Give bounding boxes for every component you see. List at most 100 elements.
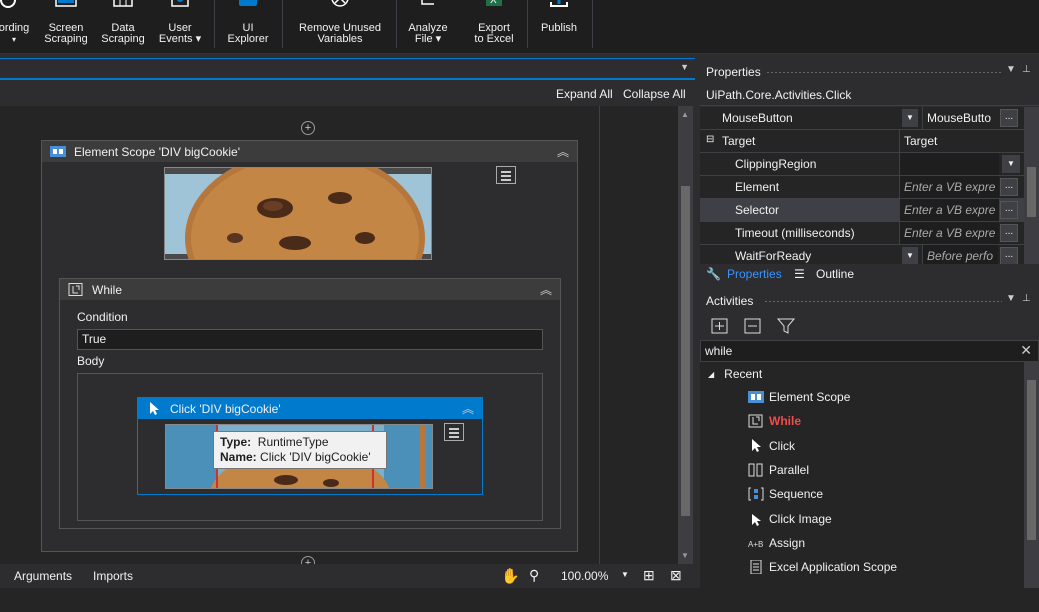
- filter-icon[interactable]: [777, 318, 795, 334]
- overview-map-icon[interactable]: ⊠: [670, 567, 682, 584]
- activity-menu-icon[interactable]: [444, 423, 464, 441]
- element-scope-icon: [50, 146, 66, 157]
- fit-to-screen-icon[interactable]: ⊞: [643, 567, 655, 584]
- recent-group-label: Recent: [724, 367, 763, 381]
- svg-text:A+B: A+B: [748, 540, 763, 549]
- zoom-dropdown-icon[interactable]: ▼: [621, 570, 629, 579]
- collapse-chevron-icon[interactable]: ︽: [462, 400, 474, 417]
- scroll-up-icon[interactable]: ▲: [681, 110, 689, 119]
- activities-search-input[interactable]: while ✕: [700, 340, 1039, 362]
- status-bar: [0, 588, 1039, 612]
- property-row-mousebutton[interactable]: MouseButton ▼ MouseButto ...: [700, 107, 1024, 130]
- pane-options-dropdown-icon[interactable]: ▼: [1006, 293, 1016, 304]
- scrollbar-thumb[interactable]: [1027, 380, 1036, 540]
- tooltip-type-label: Type:: [220, 435, 252, 449]
- property-value[interactable]: Enter a VB expre: [899, 199, 999, 221]
- ellipsis-button[interactable]: ...: [1000, 109, 1018, 127]
- property-value[interactable]: [899, 153, 999, 175]
- property-value[interactable]: Enter a VB expre: [899, 222, 999, 244]
- ui-explorer-button[interactable]: UI Explorer: [222, 0, 274, 54]
- property-name: ClippingRegion: [735, 157, 817, 171]
- element-scope-header[interactable]: Element Scope 'DIV bigCookie' ︽: [42, 141, 577, 162]
- activity-item-sequence[interactable]: Sequence: [748, 483, 823, 505]
- while-header[interactable]: While ︽: [60, 279, 560, 300]
- designer-vertical-scrollbar[interactable]: ▲ ▼: [678, 106, 693, 564]
- data-scraping-button[interactable]: Data Scraping: [97, 0, 149, 54]
- analyze-file-button[interactable]: Analyze File ▾: [402, 0, 454, 54]
- properties-pane-title: Properties ▼ ⊥: [700, 61, 1039, 83]
- tab-properties[interactable]: Properties: [727, 267, 782, 281]
- zoom-magnifier-icon[interactable]: ⚲: [529, 567, 539, 584]
- activity-item-parallel[interactable]: Parallel: [748, 459, 809, 481]
- insert-activity-plus-icon[interactable]: +: [301, 556, 315, 564]
- property-row-timeout[interactable]: Timeout (milliseconds) Enter a VB expre …: [700, 222, 1024, 245]
- ellipsis-button[interactable]: ...: [1000, 201, 1018, 219]
- activity-item-click-image[interactable]: Click Image: [748, 508, 832, 530]
- expand-all-icon[interactable]: [711, 318, 729, 334]
- recent-group-header[interactable]: ◢ Recent: [708, 365, 762, 383]
- collapse-all-icon[interactable]: [744, 318, 762, 334]
- activity-item-while[interactable]: While: [748, 410, 801, 432]
- export-to-excel-button[interactable]: X Export to Excel: [466, 0, 522, 54]
- pin-icon[interactable]: ⊥: [1022, 293, 1031, 304]
- activity-menu-icon[interactable]: [496, 166, 516, 184]
- dropdown-arrow-icon[interactable]: ▼: [902, 247, 918, 264]
- property-row-waitforready[interactable]: WaitForReady ▼ Before perfo ...: [700, 245, 1024, 264]
- activity-label: Excel Application Scope: [769, 560, 898, 574]
- ribbon-separator: [214, 0, 215, 48]
- property-value[interactable]: Before perfo: [922, 245, 998, 264]
- publish-button[interactable]: Publish: [533, 0, 585, 54]
- property-value[interactable]: Enter a VB expre: [899, 176, 999, 198]
- screen-scraping-button[interactable]: Screen Scraping: [40, 0, 92, 54]
- zoom-level[interactable]: 100.00%: [561, 569, 608, 583]
- ellipsis-button[interactable]: ...: [1000, 178, 1018, 196]
- scrollbar-thumb[interactable]: [681, 186, 690, 516]
- recording-button[interactable]: ording ▾: [0, 0, 34, 54]
- dropdown-arrow-icon[interactable]: ▼: [902, 109, 918, 127]
- activity-item-click[interactable]: Click: [748, 435, 795, 457]
- while-activity[interactable]: While ︽ Condition True Body Click 'DIV b…: [59, 278, 561, 529]
- activities-scrollbar[interactable]: [1024, 362, 1039, 588]
- remove-unused-variables-button[interactable]: Remove Unused Variables: [290, 0, 390, 54]
- property-value[interactable]: MouseButto: [922, 107, 998, 129]
- property-row-selector[interactable]: Selector Enter a VB expre ...: [700, 199, 1024, 222]
- activity-item-assign[interactable]: A+B Assign: [748, 532, 805, 554]
- property-row-target[interactable]: ⊟ Target Target: [700, 130, 1024, 153]
- click-activity[interactable]: Click 'DIV bigCookie' ︽ Type: RuntimeTyp…: [137, 397, 483, 495]
- pan-hand-icon[interactable]: ✋: [501, 567, 520, 585]
- properties-tabs: 🔧 Properties ☰ Outline: [700, 264, 1039, 286]
- element-scope-activity[interactable]: Element Scope 'DIV bigCookie' ︽ While ︽ …: [41, 140, 578, 552]
- collapse-chevron-icon[interactable]: ︽: [557, 143, 569, 160]
- screen-scraping-label-2: Scraping: [44, 33, 88, 45]
- insert-activity-plus-icon[interactable]: +: [301, 121, 315, 135]
- scrollbar-thumb[interactable]: [1027, 167, 1036, 217]
- analyze-file-label-2: File ▾: [414, 33, 442, 45]
- properties-scrollbar[interactable]: [1024, 107, 1039, 264]
- collapse-all-link[interactable]: Collapse All: [623, 87, 686, 101]
- user-events-button[interactable]: User Events ▾: [154, 0, 206, 54]
- collapse-group-icon[interactable]: ⊟: [706, 134, 714, 145]
- arguments-tab[interactable]: Arguments: [14, 569, 72, 583]
- clear-search-icon[interactable]: ✕: [1020, 342, 1032, 359]
- data-scraping-icon: [113, 0, 133, 7]
- tab-list-dropdown-icon[interactable]: ▼: [680, 62, 689, 72]
- click-header[interactable]: Click 'DIV bigCookie' ︽: [138, 398, 482, 419]
- collapse-chevron-icon[interactable]: ︽: [540, 281, 552, 298]
- property-row-clippingregion[interactable]: ClippingRegion ▼: [700, 153, 1024, 176]
- pin-icon[interactable]: ⊥: [1022, 64, 1031, 75]
- dropdown-arrow-icon[interactable]: ▼: [1002, 155, 1020, 173]
- scroll-down-icon[interactable]: ▼: [681, 551, 689, 560]
- tab-outline[interactable]: Outline: [816, 267, 854, 281]
- expand-all-link[interactable]: Expand All: [556, 87, 613, 101]
- condition-input[interactable]: True: [77, 329, 543, 350]
- imports-tab[interactable]: Imports: [93, 569, 133, 583]
- workflow-designer-canvas[interactable]: + Element Scope 'DIV bigCookie' ︽ While …: [0, 106, 678, 564]
- export-label-2: to Excel: [474, 33, 514, 45]
- ellipsis-button[interactable]: ...: [1000, 224, 1018, 242]
- activity-item-excel-application-scope[interactable]: Excel Application Scope: [748, 556, 897, 578]
- activity-item-element-scope[interactable]: Element Scope: [748, 386, 850, 408]
- expand-triangle-icon[interactable]: ◢: [708, 370, 714, 379]
- property-row-element[interactable]: Element Enter a VB expre ...: [700, 176, 1024, 199]
- pane-options-dropdown-icon[interactable]: ▼: [1006, 64, 1016, 75]
- ellipsis-button[interactable]: ...: [1000, 247, 1018, 264]
